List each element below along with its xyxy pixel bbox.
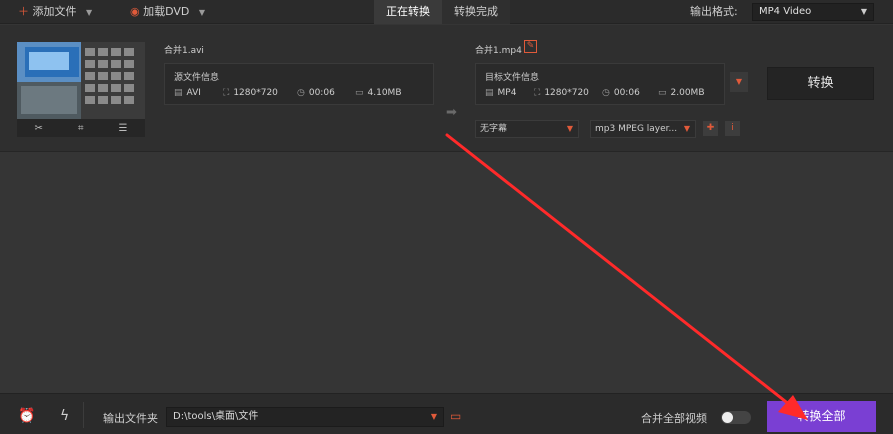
chevron-down-icon: ▼ xyxy=(566,124,573,133)
output-path-value: D:\tools\桌面\文件 xyxy=(173,411,259,422)
divider xyxy=(83,402,84,428)
empty-task-area xyxy=(0,153,893,393)
clock-icon: ◷ xyxy=(297,88,305,98)
output-folder-select[interactable]: D:\tools\桌面\文件 ▼ xyxy=(166,407,444,427)
arrow-right-icon: ➡ xyxy=(446,105,457,120)
folder-icon: ▭ xyxy=(658,88,667,98)
source-info-title: 源文件信息 xyxy=(174,73,220,83)
source-format-value: AVI xyxy=(186,88,201,98)
resolution-icon: ⛶ xyxy=(534,88,541,98)
target-format-value: MP4 xyxy=(497,88,517,98)
target-resolution: ⛶ 1280*720 xyxy=(534,88,589,98)
folder-icon: ▭ xyxy=(355,88,364,98)
load-dvd-label: 加载DVD xyxy=(143,5,190,18)
chevron-down-icon: ▼ xyxy=(683,124,690,133)
subtitle-select[interactable]: 无字幕 ▼ xyxy=(475,120,579,138)
output-format-select[interactable]: MP4 Video ▼ xyxy=(752,3,874,21)
subtitle-value: 无字幕 xyxy=(480,124,508,134)
target-duration: ◷ 00:06 xyxy=(602,88,640,98)
chevron-down-icon: ▼ xyxy=(198,8,206,17)
merge-all-label: 合并全部视频 xyxy=(641,412,707,425)
edit-icon[interactable]: ✎ xyxy=(524,40,537,53)
film-icon: ▤ xyxy=(174,88,183,98)
target-format: ▤ MP4 xyxy=(485,88,516,98)
target-resolution-value: 1280*720 xyxy=(544,88,589,98)
film-icon: ▤ xyxy=(485,88,494,98)
audio-value: mp3 MPEG layer... xyxy=(595,124,678,134)
video-thumbnail[interactable]: ✂ ⌗ ☰ xyxy=(17,42,145,137)
target-size-value: 2.00MB xyxy=(670,88,705,98)
bottom-bar: ⏰ ϟ 输出文件夹 D:\tools\桌面\文件 ▼ ▭ 合并全部视频 转换全部 xyxy=(0,393,893,434)
source-resolution-value: 1280*720 xyxy=(233,88,278,98)
source-info-box: 源文件信息 ▤ AVI ⛶ 1280*720 ◷ 00:06 ▭ 4.10MB xyxy=(164,63,434,105)
clock-icon: ◷ xyxy=(602,88,610,98)
chevron-down-icon: ▼ xyxy=(430,412,437,421)
chevron-down-icon: ▼ xyxy=(860,7,867,16)
disc-icon: ◉ xyxy=(130,5,140,18)
add-file-label: 添加文件 xyxy=(32,5,77,18)
output-format-value: MP4 Video xyxy=(759,6,812,17)
tab-converting[interactable]: 正在转换 xyxy=(374,0,442,24)
target-duration-value: 00:06 xyxy=(613,88,640,98)
load-dvd-button[interactable]: ◉ 加载DVD ▼ xyxy=(130,0,205,24)
target-info-box: 目标文件信息 ▤ MP4 ⛶ 1280*720 ◷ 00:06 ▭ 2.00MB xyxy=(475,63,725,105)
target-settings-dropdown[interactable]: ▼ xyxy=(730,72,748,92)
source-duration-value: 00:06 xyxy=(308,88,335,98)
source-size-value: 4.10MB xyxy=(367,88,402,98)
task-row: ✂ ⌗ ☰ 合并1.avi 源文件信息 ▤ AVI ⛶ 1280*720 ◷ 00:0… xyxy=(0,25,893,152)
open-folder-icon[interactable]: ▭ xyxy=(450,409,461,423)
audio-select[interactable]: mp3 MPEG layer... ▼ xyxy=(590,120,696,138)
target-file-name: 合并1.mp4 xyxy=(475,46,522,56)
toggle-knob xyxy=(722,412,733,423)
add-file-button[interactable]: ＋ 添加文件 ▼ xyxy=(18,0,92,24)
crop-icon[interactable]: ⌗ xyxy=(78,123,84,134)
convert-all-button[interactable]: 转换全部 xyxy=(767,401,876,432)
settings-sliders-icon[interactable]: ☰ xyxy=(119,123,128,134)
alarm-clock-icon[interactable]: ⏰ xyxy=(18,408,35,424)
source-size: ▭ 4.10MB xyxy=(355,88,402,98)
top-toolbar: ＋ 添加文件 ▼ ◉ 加载DVD ▼ 正在转换 转换完成 输出格式: MP4 V… xyxy=(0,0,893,24)
thumbnail-image xyxy=(17,42,145,119)
output-folder-label: 输出文件夹 xyxy=(103,412,158,425)
resolution-icon: ⛶ xyxy=(223,88,230,98)
status-tabs: 正在转换 转换完成 xyxy=(374,0,510,24)
convert-button[interactable]: 转换 xyxy=(767,67,874,100)
source-resolution: ⛶ 1280*720 xyxy=(223,88,278,98)
info-icon[interactable]: i xyxy=(725,121,740,136)
lightning-icon[interactable]: ϟ xyxy=(60,408,69,424)
target-size: ▭ 2.00MB xyxy=(658,88,705,98)
source-file-name: 合并1.avi xyxy=(164,46,204,56)
target-info-title: 目标文件信息 xyxy=(485,73,540,83)
scissors-icon[interactable]: ✂ xyxy=(35,123,43,134)
merge-all-toggle[interactable] xyxy=(721,411,751,424)
source-format: ▤ AVI xyxy=(174,88,201,98)
source-duration: ◷ 00:06 xyxy=(297,88,335,98)
chevron-down-icon: ▼ xyxy=(86,8,93,17)
tab-converted[interactable]: 转换完成 xyxy=(442,0,510,24)
add-audio-icon[interactable]: ✚ xyxy=(703,121,718,136)
plus-icon: ＋ xyxy=(18,5,29,18)
thumbnail-tools: ✂ ⌗ ☰ xyxy=(17,119,145,137)
output-format-label: 输出格式: xyxy=(690,5,738,18)
